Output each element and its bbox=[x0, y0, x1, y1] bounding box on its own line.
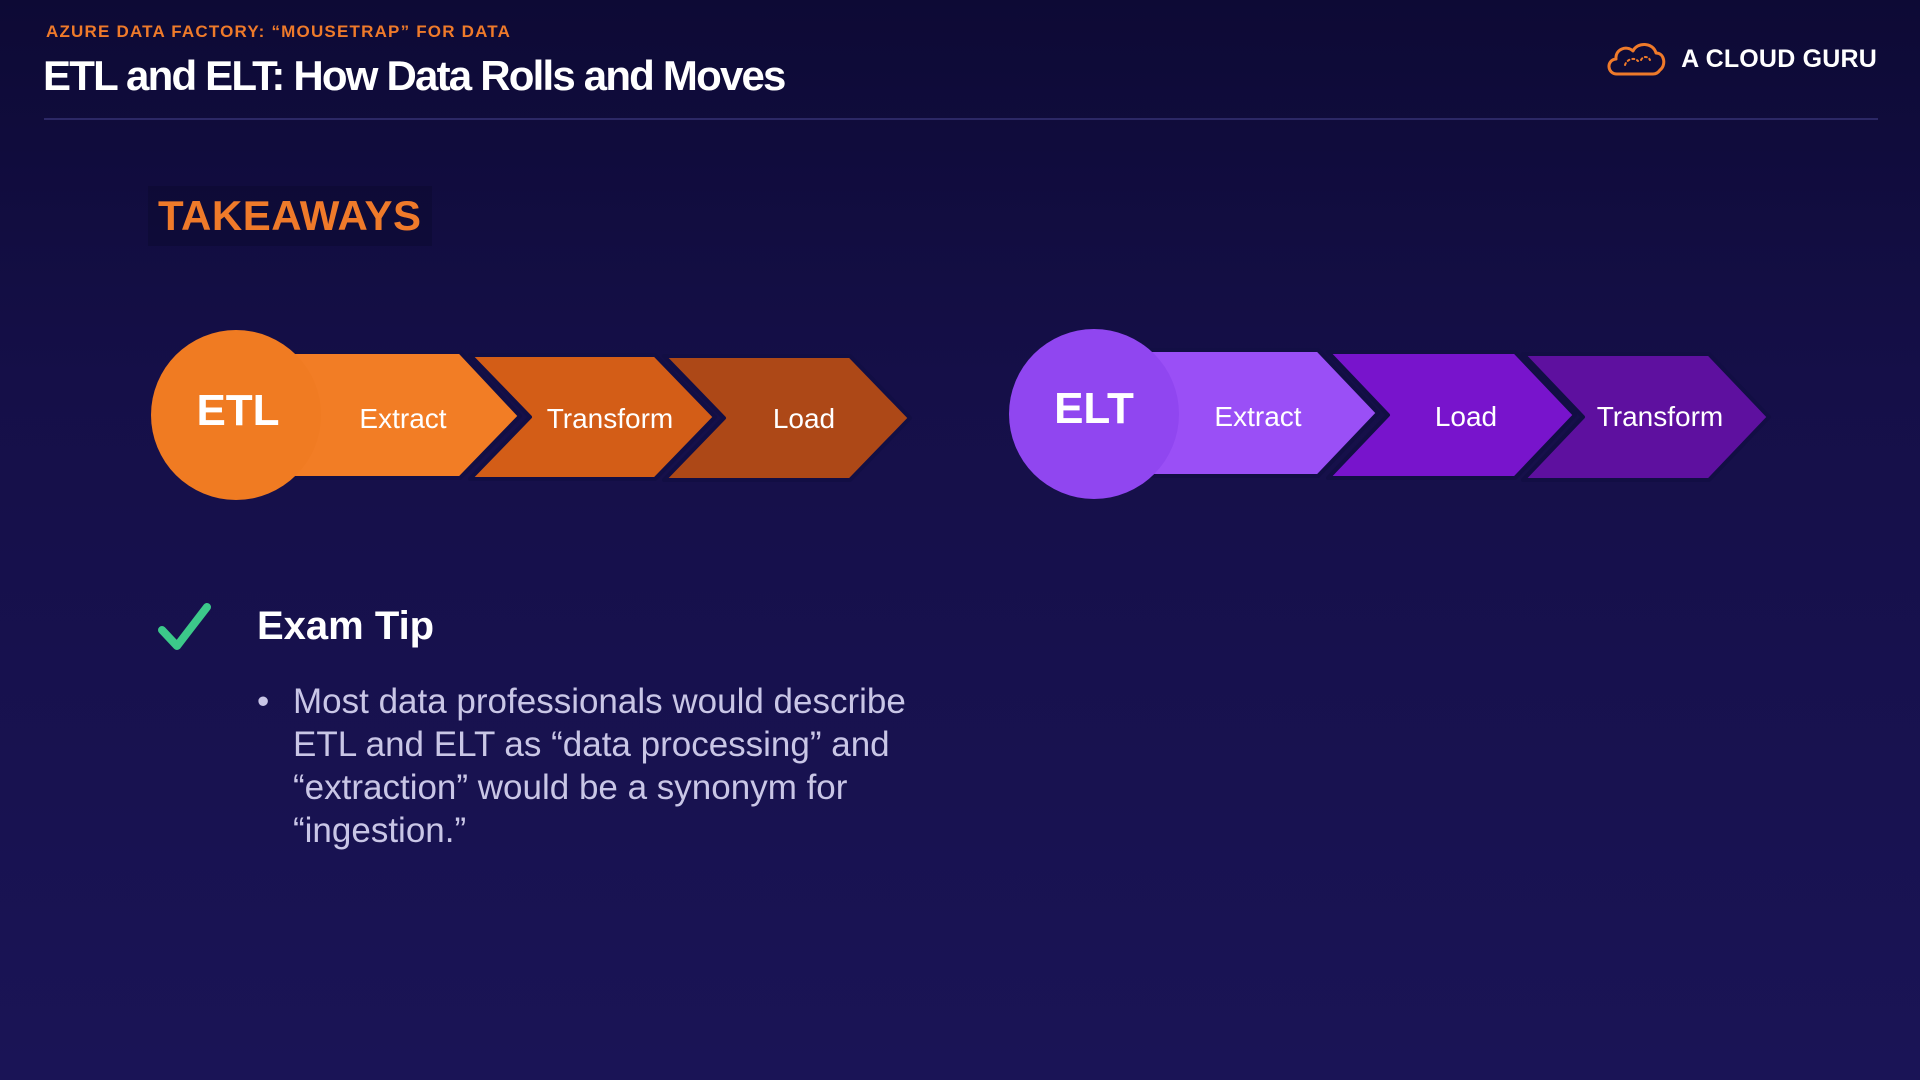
process-flows: ETL Extract Transform Load ELT Extract L… bbox=[151, 329, 1771, 500]
exam-tip-title: Exam Tip bbox=[257, 604, 435, 648]
elt-step-label-2: Load bbox=[1435, 401, 1497, 432]
exam-tip-list: • Most data professionals would describe… bbox=[257, 680, 917, 852]
elt-label: ELT bbox=[1054, 384, 1134, 433]
elt-step-label-3: Transform bbox=[1597, 401, 1724, 432]
checkmark-icon bbox=[158, 603, 211, 650]
list-item: • Most data professionals would describe… bbox=[257, 680, 917, 852]
etl-flow: ETL Extract Transform Load bbox=[151, 330, 912, 500]
elt-step-label-1: Extract bbox=[1214, 401, 1301, 432]
elt-flow: ELT Extract Load Transform bbox=[1009, 329, 1771, 499]
etl-step-label-3: Load bbox=[773, 403, 835, 434]
etl-step-label-2: Transform bbox=[547, 403, 674, 434]
etl-label: ETL bbox=[196, 386, 279, 435]
exam-tip-text: Most data professionals would describe E… bbox=[293, 682, 906, 850]
etl-step-label-1: Extract bbox=[359, 403, 446, 434]
bullet-icon: • bbox=[257, 682, 270, 721]
